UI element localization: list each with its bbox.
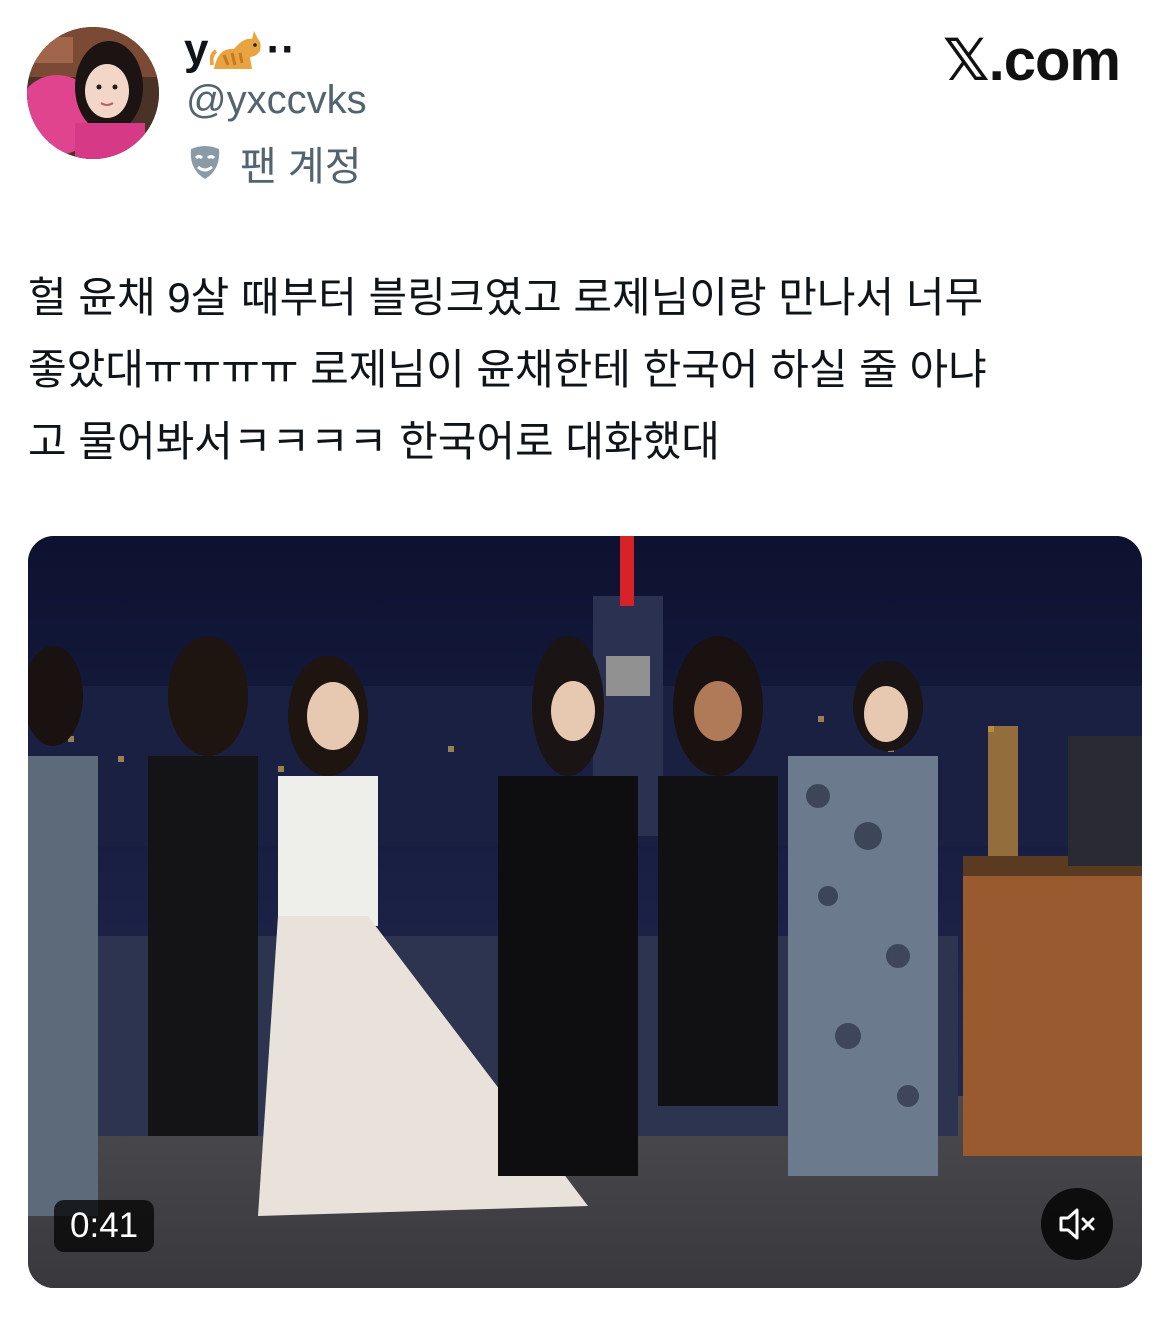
account-label-text: 팬 계정 — [240, 145, 362, 189]
video-player[interactable] — [28, 536, 1142, 1288]
avatar[interactable] — [27, 27, 159, 159]
display-name[interactable]: y ·· — [184, 24, 296, 76]
user-handle[interactable]: @yxccvks — [186, 78, 367, 123]
tweet-text-line: 좋았대ㅠㅠㅠㅠ 로제님이 윤채한테 한국어 하실 줄 아냐 — [28, 346, 987, 393]
avatar-image — [27, 27, 159, 159]
video-timestamp: 0:41 — [54, 1200, 155, 1252]
display-name-text: y — [184, 25, 209, 74]
x-brand-logo: 𝕏.com — [942, 28, 1121, 93]
tweet-text: 헐 윤채 9살 때부터 블링크였고 로제님이랑 만나서 너무 좋았대ㅠㅠㅠㅠ 로… — [28, 262, 1143, 478]
speaker-muted-icon — [1059, 1208, 1095, 1240]
cat-emoji-icon — [209, 25, 264, 75]
tweet-card: y ·· @yxccvks 팬 계정 𝕏.com 헐 윤채 9살 때부터 블링크… — [0, 0, 1170, 1341]
tweet-text-line: 고 물어봐서ㅋㅋㅋㅋ 한국어로 대화했대 — [28, 418, 720, 465]
fan-account-label: 팬 계정 — [188, 134, 362, 192]
display-name-suffix: ·· — [266, 25, 296, 74]
tweet-text-line: 헐 윤채 9살 때부터 블링크였고 로제님이랑 만나서 너무 — [28, 274, 984, 321]
mask-icon — [188, 145, 222, 181]
mute-toggle-button[interactable] — [1041, 1188, 1113, 1260]
video-frame — [28, 536, 1142, 1288]
